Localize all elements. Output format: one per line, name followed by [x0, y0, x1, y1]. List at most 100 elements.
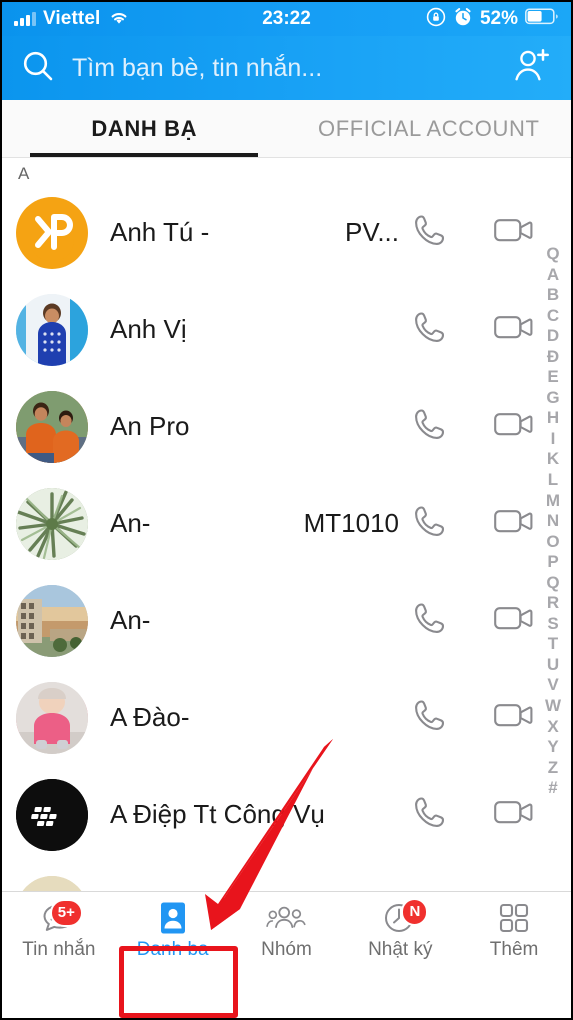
phone-call-icon[interactable]	[411, 793, 449, 836]
alphabet-index-item[interactable]: P	[547, 552, 558, 572]
alphabet-index-item[interactable]: Y	[547, 737, 558, 757]
contact-name-tail: MT1010	[303, 508, 399, 538]
contact-name-wrap: A Điệp Tt Công Vụ	[88, 799, 411, 830]
video-call-icon[interactable]	[493, 698, 535, 737]
battery-icon	[525, 8, 559, 30]
contact-row[interactable]: Anh Tú - PV...	[2, 184, 571, 281]
nav-item-tin-nhan[interactable]: 5+ Tin nhắn	[2, 892, 116, 969]
nav-item-them[interactable]: Thêm	[457, 892, 571, 969]
section-header-letter: A	[18, 164, 30, 183]
alphabet-index-item[interactable]: D	[547, 326, 559, 346]
contact-name-wrap: Anh Tú - PV...	[88, 217, 411, 248]
status-bar: Viettel 23:22 52%	[2, 2, 571, 36]
contact-name-tail: PV...	[345, 217, 399, 247]
phone-call-icon[interactable]	[411, 599, 449, 642]
nhat-ky-badge: N	[401, 897, 429, 926]
timeline-clock-icon: N	[380, 897, 429, 935]
alphabet-index-item[interactable]: S	[547, 614, 558, 634]
contact-name-wrap: A Đào-	[88, 702, 411, 733]
contacts-icon	[153, 901, 193, 935]
contact-name-wrap: An-	[88, 605, 411, 636]
alphabet-index-item[interactable]: C	[547, 306, 559, 326]
contact-row[interactable]: An- MT1010	[2, 475, 571, 572]
alphabet-index-item[interactable]: A	[547, 265, 559, 285]
contact-name: An-	[110, 605, 151, 635]
video-call-icon[interactable]	[493, 310, 535, 349]
contact-row[interactable]: A Điệp Tt Công Vụ	[2, 766, 571, 863]
alphabet-index-item[interactable]: Q	[546, 244, 559, 264]
nav-item-nhom-label: Nhóm	[261, 938, 312, 960]
alphabet-index-item[interactable]: N	[547, 511, 559, 531]
signal-bars-icon	[14, 12, 36, 26]
tab-official-account-label: OFFICIAL ACCOUNT	[318, 115, 540, 141]
alphabet-index-item[interactable]: X	[547, 717, 558, 737]
add-friend-icon[interactable]	[511, 46, 553, 91]
alphabet-index-item[interactable]: Q	[546, 573, 559, 593]
alphabet-index-item[interactable]: I	[551, 429, 556, 449]
alphabet-index-item[interactable]: E	[547, 367, 558, 387]
child-pink-avatar	[16, 681, 88, 754]
building-cityscape-avatar	[16, 584, 88, 657]
alphabet-index-item[interactable]: B	[547, 285, 559, 305]
carrier-label: Viettel	[43, 8, 101, 29]
contact-list[interactable]: Q A B C D Đ E G H I K L M N O P Q R S T …	[2, 184, 571, 891]
alphabet-index-item[interactable]: Đ	[547, 347, 559, 367]
search-input[interactable]: Tìm bạn bè, tin nhắn...	[72, 54, 495, 83]
video-call-icon[interactable]	[493, 504, 535, 543]
alphabet-index-item[interactable]: Z	[548, 758, 558, 778]
nav-item-danh-ba[interactable]: Danh ba	[116, 892, 230, 969]
tab-danh-ba[interactable]: DANH BẠ	[2, 100, 287, 157]
contact-row[interactable]: An Pro	[2, 378, 571, 475]
nav-item-danh-ba-label: Danh ba	[136, 938, 209, 960]
status-bar-right: 52%	[426, 7, 559, 32]
bottom-navigation-bar[interactable]: 5+ Tin nhắn Danh ba Nhóm N Nhật ký Thêm	[2, 891, 571, 969]
alphabet-index-item[interactable]: K	[547, 449, 559, 469]
contact-name-wrap: An Pro	[88, 411, 411, 442]
contact-name: A Điệp Tt Công Vụ	[110, 799, 325, 829]
battery-percent-label: 52%	[479, 8, 518, 29]
contact-row[interactable]: An-	[2, 572, 571, 669]
contact-name: An-	[110, 508, 151, 538]
phone-call-icon[interactable]	[411, 696, 449, 739]
alphabet-index-item[interactable]: H	[547, 408, 559, 428]
contact-name: An Pro	[110, 411, 190, 441]
tab-official-account[interactable]: OFFICIAL ACCOUNT	[287, 100, 572, 157]
contact-name-wrap: An- MT1010	[88, 508, 411, 539]
video-call-icon[interactable]	[493, 213, 535, 252]
nav-item-them-label: Thêm	[489, 938, 539, 960]
contact-row-actions[interactable]	[411, 793, 571, 836]
alphabet-index-item[interactable]: G	[546, 388, 559, 408]
alphabet-index-item[interactable]: R	[547, 593, 559, 613]
nav-item-nhat-ky[interactable]: N Nhật ký	[343, 892, 457, 969]
messages-icon: 5+	[39, 898, 83, 935]
contact-row[interactable]: A Dũng- dumall	[2, 863, 571, 891]
alphabet-index-item[interactable]: V	[547, 675, 558, 695]
blackberry-logo-avatar	[16, 778, 88, 851]
contact-name-wrap: Anh Vị	[88, 314, 411, 345]
phone-call-icon[interactable]	[411, 405, 449, 448]
alphabet-index-item[interactable]: O	[546, 532, 559, 552]
search-icon[interactable]	[20, 48, 56, 89]
nav-item-nhom[interactable]: Nhóm	[230, 892, 344, 969]
alphabet-index-item[interactable]: W	[545, 696, 561, 716]
video-call-icon[interactable]	[493, 795, 535, 834]
phone-call-icon[interactable]	[411, 502, 449, 545]
alphabet-index-bar[interactable]: Q A B C D Đ E G H I K L M N O P Q R S T …	[538, 244, 568, 798]
video-call-icon[interactable]	[493, 601, 535, 640]
alphabet-index-item[interactable]: M	[546, 491, 560, 511]
contact-row[interactable]: A Đào-	[2, 669, 571, 766]
search-bar[interactable]: Tìm bạn bè, tin nhắn...	[2, 36, 571, 100]
contact-row[interactable]: Anh Vị	[2, 281, 571, 378]
alphabet-index-item[interactable]: T	[548, 634, 558, 654]
phone-call-icon[interactable]	[411, 211, 449, 254]
alphabet-index-item[interactable]: L	[548, 470, 558, 490]
groups-icon	[266, 901, 307, 935]
sepia-landscape-avatar	[16, 875, 88, 891]
phone-call-icon[interactable]	[411, 308, 449, 351]
messages-badge: 5+	[49, 898, 83, 927]
alphabet-index-item[interactable]: #	[548, 778, 557, 798]
top-tab-bar[interactable]: DANH BẠ OFFICIAL ACCOUNT	[2, 100, 571, 158]
video-call-icon[interactable]	[493, 407, 535, 446]
status-bar-left: Viettel	[14, 8, 131, 31]
alphabet-index-item[interactable]: U	[547, 655, 559, 675]
